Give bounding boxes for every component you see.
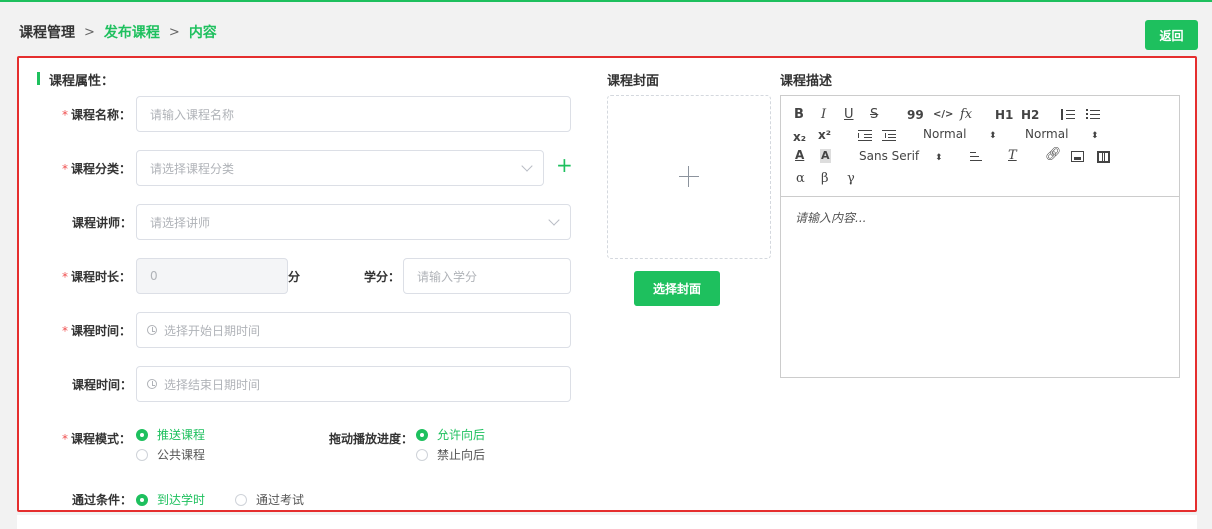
select-cover-button[interactable]: 选择封面: [634, 271, 720, 306]
radio-forbid-forward[interactable]: 禁止向后: [416, 446, 485, 463]
course-start-time-label: * 课程时间：: [62, 324, 132, 338]
superscript-icon[interactable]: x²: [818, 128, 831, 142]
radio-reach-hours[interactable]: 到达学时: [136, 491, 205, 508]
plus-icon: [679, 176, 699, 177]
course-name-label: * 课程名称：: [62, 108, 132, 122]
h2-button[interactable]: H2: [1021, 108, 1039, 122]
breadcrumb-content: 内容: [188, 25, 217, 41]
radio-dot: [416, 448, 428, 461]
size-select[interactable]: Normal: [1025, 127, 1068, 141]
formula-button[interactable]: fx: [960, 108, 972, 122]
bullet-list-icon[interactable]: [1086, 109, 1100, 121]
course-category-select[interactable]: 请选择课程分类: [136, 150, 544, 186]
course-name-input[interactable]: 请输入课程名称: [136, 96, 571, 132]
radio-dot: [136, 448, 148, 461]
clear-format-icon[interactable]: T: [1008, 149, 1017, 163]
gamma-button[interactable]: γ: [847, 172, 855, 186]
blockquote-button[interactable]: 99: [907, 108, 924, 122]
plus-icon-vertical: [688, 166, 689, 187]
indent-icon[interactable]: [882, 130, 896, 141]
cover-upload-area[interactable]: [607, 95, 771, 259]
required-mark: *: [62, 270, 68, 284]
course-end-time-label: 课程时间：: [72, 378, 133, 392]
link-icon[interactable]: 🔗︎: [1045, 148, 1062, 162]
end-datetime-picker[interactable]: 选择结束日期时间: [136, 366, 571, 402]
breadcrumb: 课程管理 > 发布课程 > 内容: [19, 22, 217, 42]
h1-button[interactable]: H1: [995, 108, 1013, 122]
chevron-down-icon: [521, 160, 533, 172]
required-mark: *: [62, 162, 68, 176]
outdent-icon[interactable]: [858, 130, 872, 141]
editor-toolbar: B I U S 99 </> fx H1 H2 x₂ x² Normal ⬍ N…: [781, 96, 1179, 197]
bold-button[interactable]: B: [794, 108, 804, 122]
add-category-icon[interactable]: +: [556, 155, 573, 175]
credit-input[interactable]: 请输入学分: [403, 258, 571, 294]
radio-push-course[interactable]: 推送课程: [136, 426, 205, 443]
code-button[interactable]: </>: [933, 108, 953, 122]
course-mode-label: * 课程模式：: [62, 432, 132, 446]
section-title-course-attributes: 课程属性：: [49, 74, 115, 89]
font-select-arrow-icon: ⬍: [935, 153, 943, 163]
clock-icon: [147, 325, 157, 335]
subscript-icon[interactable]: x₂: [793, 130, 806, 144]
chevron-right-icon: >: [84, 24, 95, 40]
chevron-down-icon: [548, 214, 560, 226]
ordered-list-icon[interactable]: [1061, 109, 1075, 121]
breadcrumb-publish-course[interactable]: 发布课程: [104, 22, 160, 42]
course-duration-label: * 课程时长：: [62, 270, 132, 284]
required-mark: *: [62, 108, 68, 122]
radio-allow-forward[interactable]: 允许向后: [416, 426, 485, 443]
drag-progress-label: 拖动播放进度：: [329, 432, 414, 446]
lower-panel: [17, 515, 1197, 529]
strike-button[interactable]: S: [870, 108, 878, 122]
header-select-arrow-icon: ⬍: [989, 131, 997, 141]
duration-unit: 分: [288, 270, 301, 284]
background-color-icon[interactable]: A: [820, 149, 831, 163]
required-mark: *: [62, 324, 68, 338]
radio-pass-exam[interactable]: 通过考试: [235, 491, 304, 508]
font-select[interactable]: Sans Serif: [859, 149, 919, 163]
beta-button[interactable]: β: [821, 172, 829, 186]
align-icon[interactable]: [970, 152, 982, 162]
italic-button[interactable]: I: [821, 108, 826, 122]
video-icon[interactable]: [1097, 151, 1110, 163]
course-teacher-label: 课程讲师：: [72, 216, 133, 230]
image-icon[interactable]: [1071, 151, 1084, 162]
clock-icon: [147, 379, 157, 389]
top-accent-line: [0, 0, 1212, 2]
radio-public-course[interactable]: 公共课程: [136, 446, 205, 463]
chevron-right-icon: >: [168, 24, 180, 40]
section-accent-bar: [37, 72, 40, 85]
credit-label: 学分：: [364, 270, 401, 284]
header-select[interactable]: Normal: [923, 127, 966, 141]
radio-dot: [235, 493, 247, 506]
course-teacher-select[interactable]: 请选择讲师: [136, 204, 571, 240]
underline-button[interactable]: U: [844, 108, 854, 122]
size-select-arrow-icon: ⬍: [1091, 131, 1099, 141]
rich-text-editor: B I U S 99 </> fx H1 H2 x₂ x² Normal ⬍ N…: [780, 95, 1180, 378]
required-mark: *: [62, 432, 68, 446]
cover-title: 课程封面: [607, 74, 660, 89]
radio-dot: [136, 493, 148, 506]
course-duration-input: 0: [136, 258, 288, 294]
radio-dot: [416, 428, 428, 441]
radio-dot: [136, 428, 148, 441]
start-datetime-picker[interactable]: 选择开始日期时间: [136, 312, 571, 348]
breadcrumb-course-management[interactable]: 课程管理: [19, 22, 75, 42]
editor-content-placeholder[interactable]: 请输入内容...: [795, 209, 866, 226]
description-title: 课程描述: [780, 74, 833, 89]
course-category-label: * 课程分类：: [62, 162, 132, 176]
alpha-button[interactable]: α: [796, 172, 805, 186]
font-color-icon[interactable]: A: [795, 148, 804, 162]
back-button[interactable]: 返回: [1145, 20, 1198, 50]
pass-condition-label: 通过条件：: [72, 493, 133, 507]
